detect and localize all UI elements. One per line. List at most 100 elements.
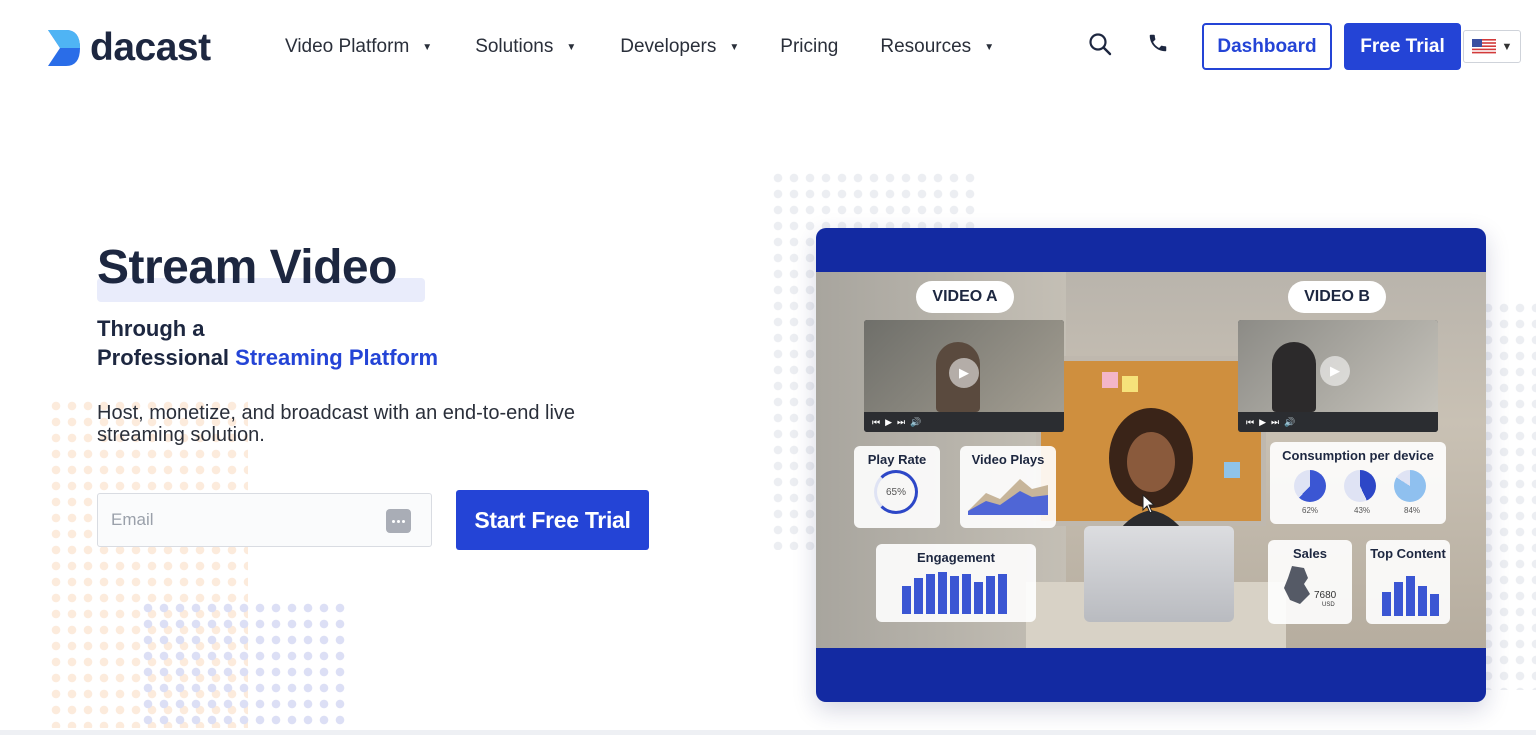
dashboard-button[interactable]: Dashboard: [1202, 23, 1332, 70]
device-pie-chart: [1344, 470, 1376, 502]
bar: [926, 574, 935, 614]
bar: [962, 574, 971, 614]
caret-down-icon: ▼: [566, 41, 577, 53]
bar: [1406, 576, 1415, 616]
skip-back-icon[interactable]: ⏮: [1246, 417, 1254, 428]
card-title: Consumption per device: [1282, 448, 1434, 463]
us-flag-icon: [1471, 39, 1496, 54]
password-manager-icon[interactable]: [386, 509, 411, 533]
dot-pattern: [1480, 300, 1536, 690]
subtitle-accent: Streaming Platform: [235, 345, 439, 370]
nav-label: Resources: [880, 36, 972, 57]
nav-video-platform[interactable]: Video Platform ▼: [285, 36, 432, 58]
dacast-logo[interactable]: dacast: [46, 26, 211, 70]
bar: [986, 576, 995, 614]
play-icon[interactable]: ▶: [1259, 417, 1266, 428]
page-divider: [0, 730, 1536, 735]
bar: [950, 576, 959, 614]
caret-down-icon: ▼: [984, 41, 995, 53]
caret-down-icon: ▼: [729, 41, 740, 53]
scene-sticky-note: [1122, 376, 1138, 392]
scene-sticky-note: [1224, 462, 1240, 478]
main-nav: Video Platform ▼ Solutions ▼ Developers …: [285, 36, 994, 58]
email-input[interactable]: [111, 510, 371, 530]
start-free-trial-button[interactable]: Start Free Trial: [456, 490, 649, 550]
hero-title-block: Stream Video: [97, 240, 425, 302]
pie-label: 43%: [1354, 506, 1371, 515]
sales-unit: USD: [1322, 602, 1335, 608]
engagement-bar-chart: [902, 572, 1007, 614]
video-b-player[interactable]: ▶ ⏮ ▶ ⏭ 🔊: [1238, 320, 1438, 432]
video-plays-area-chart: [968, 479, 1048, 515]
phone-icon[interactable]: [1147, 32, 1169, 54]
volume-icon[interactable]: 🔊: [910, 417, 921, 428]
skip-back-icon[interactable]: ⏮: [872, 417, 880, 428]
play-icon[interactable]: ▶: [1320, 356, 1350, 386]
skip-forward-icon[interactable]: ⏭: [897, 417, 905, 428]
play-icon[interactable]: ▶: [885, 417, 892, 428]
nav-resources[interactable]: Resources ▼: [880, 36, 994, 58]
pie-label: 84%: [1404, 506, 1421, 515]
play-rate-ring: 65%: [874, 470, 918, 514]
subtitle-prefix: Professional: [97, 345, 236, 370]
email-field[interactable]: [97, 493, 432, 547]
video-a-player[interactable]: ▶ ⏮ ▶ ⏭ 🔊: [864, 320, 1064, 432]
consumption-card: Consumption per device 62% 43% 84%: [1270, 442, 1446, 524]
pie-label: 62%: [1302, 506, 1319, 515]
device-pie-chart: [1294, 470, 1326, 502]
scene-laptop: [1084, 526, 1234, 622]
hero-title: Stream Video: [97, 241, 397, 294]
scene-sticky-note: [1102, 372, 1118, 388]
logo-text: dacast: [90, 26, 211, 69]
bar: [938, 572, 947, 614]
caret-down-icon: ▼: [1501, 40, 1513, 53]
card-title: Sales: [1293, 546, 1327, 561]
player-person: [1272, 342, 1316, 412]
caret-down-icon: ▼: [422, 41, 433, 53]
hero-subtitle-line1: Through a: [97, 316, 205, 341]
nav-developers[interactable]: Developers ▼: [620, 36, 739, 58]
play-icon[interactable]: ▶: [949, 358, 979, 388]
video-a-label: VIDEO A: [916, 281, 1014, 313]
language-select[interactable]: ▼: [1463, 30, 1521, 63]
card-title: Play Rate: [867, 452, 927, 467]
card-title: Top Content: [1370, 546, 1446, 561]
player-controls: ⏮ ▶ ⏭ 🔊: [1238, 412, 1438, 432]
dot-pattern: [140, 600, 350, 728]
play-rate-card: Play Rate 65%: [854, 446, 940, 528]
skip-forward-icon[interactable]: ⏭: [1271, 417, 1279, 428]
bar: [998, 574, 1007, 614]
bar: [1394, 582, 1403, 616]
volume-icon[interactable]: 🔊: [1284, 417, 1295, 428]
sales-value: 7680: [1314, 590, 1337, 601]
nav-label: Pricing: [780, 36, 839, 57]
hero-description: Host, monetize, and broadcast with an en…: [97, 402, 576, 446]
nav-pricing[interactable]: Pricing: [780, 36, 838, 58]
free-trial-button[interactable]: Free Trial: [1344, 23, 1461, 70]
map-icon: [1284, 566, 1310, 604]
nav-label: Solutions: [475, 36, 554, 57]
hero-video[interactable]: ▶ ⏮ ▶ ⏭ 🔊 ▶ ⏮ ▶ ⏭ 🔊 VIDEO A VIDEO B Play…: [816, 228, 1486, 702]
video-b-label: VIDEO B: [1288, 281, 1386, 313]
search-icon[interactable]: [1088, 32, 1112, 56]
device-pie-chart: [1394, 470, 1426, 502]
cursor-icon: [1142, 494, 1156, 514]
top-content-bar-chart: [1382, 576, 1439, 616]
card-title: Engagement: [916, 550, 995, 565]
engagement-card: Engagement: [876, 544, 1036, 622]
bar: [1418, 586, 1427, 616]
sales-card: Sales 7680 USD: [1268, 540, 1352, 624]
top-content-card: Top Content: [1366, 540, 1450, 624]
bar: [1382, 592, 1391, 616]
hero-subtitle-line2: Professional Streaming Platform: [97, 345, 438, 371]
bar: [974, 582, 983, 614]
nav-label: Video Platform: [285, 36, 410, 57]
bar: [914, 578, 923, 614]
player-controls: ⏮ ▶ ⏭ 🔊: [864, 412, 1064, 432]
video-plays-card: Video Plays: [960, 446, 1056, 528]
bar: [902, 586, 911, 614]
nav-solutions[interactable]: Solutions ▼: [475, 36, 576, 58]
nav-label: Developers: [620, 36, 717, 57]
bar: [1430, 594, 1439, 616]
card-title: Video Plays: [971, 452, 1045, 467]
